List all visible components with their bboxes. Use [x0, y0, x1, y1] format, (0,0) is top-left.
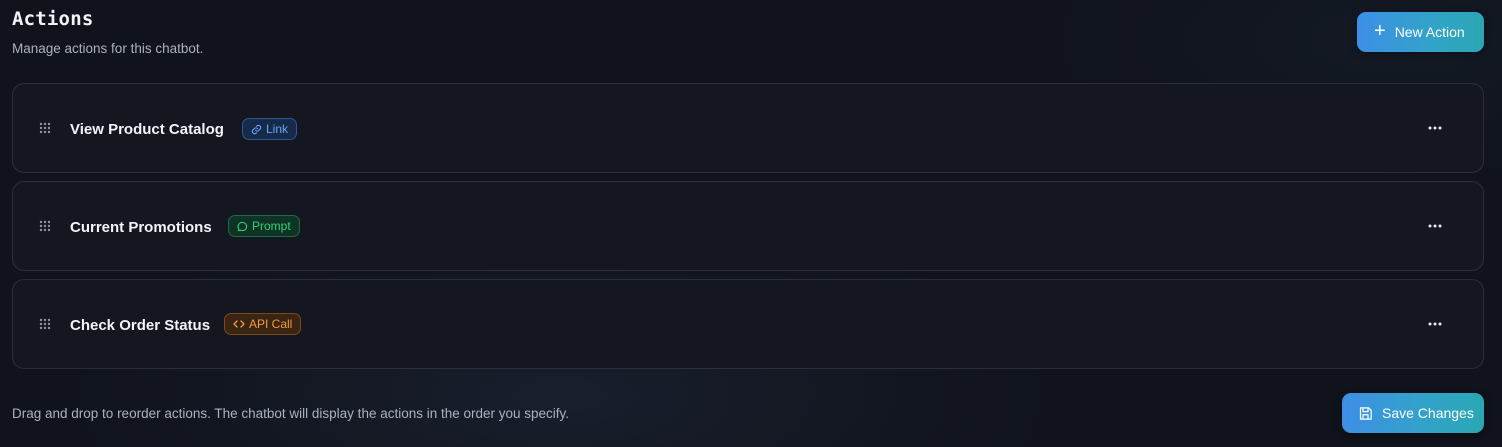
action-type-label: API Call — [249, 317, 293, 331]
more-options-icon[interactable] — [1427, 218, 1443, 234]
action-card[interactable]: View Product Catalog Link — [12, 83, 1484, 173]
save-changes-label: Save Changes — [1382, 405, 1474, 421]
code-icon — [233, 319, 245, 329]
plus-icon: + — [1374, 20, 1386, 42]
action-name: Current Promotions — [70, 219, 212, 236]
page-header: Actions Manage actions for this chatbot. — [12, 8, 203, 56]
page-title: Actions — [12, 8, 94, 30]
action-type-badge: Prompt — [228, 215, 300, 237]
action-name: Check Order Status — [70, 317, 211, 334]
action-name: View Product Catalog — [70, 121, 224, 138]
more-options-icon[interactable] — [1427, 120, 1443, 136]
save-changes-button[interactable]: Save Changes — [1342, 393, 1484, 433]
drag-handle-icon[interactable] — [39, 318, 51, 330]
action-type-label: Prompt — [252, 219, 291, 233]
drag-handle-icon[interactable] — [39, 122, 51, 134]
action-type-label: Link — [266, 122, 289, 136]
action-card[interactable]: Current Promotions Prompt — [12, 181, 1484, 271]
save-icon — [1358, 406, 1373, 421]
new-action-label: New Action — [1394, 24, 1465, 40]
reorder-hint: Drag and drop to reorder actions. The ch… — [12, 406, 570, 421]
page-subtitle: Manage actions for this chatbot. — [12, 41, 204, 56]
more-options-icon[interactable] — [1427, 316, 1443, 332]
chat-bubble-icon — [237, 221, 248, 232]
action-type-badge: Link — [242, 118, 298, 140]
link-icon — [251, 124, 262, 135]
drag-handle-icon[interactable] — [39, 220, 51, 232]
new-action-button[interactable]: + New Action — [1357, 12, 1484, 52]
action-card[interactable]: Check Order Status API Call — [12, 279, 1484, 369]
action-type-badge: API Call — [224, 313, 302, 335]
actions-list: View Product Catalog Link Current Promot… — [12, 83, 1484, 377]
